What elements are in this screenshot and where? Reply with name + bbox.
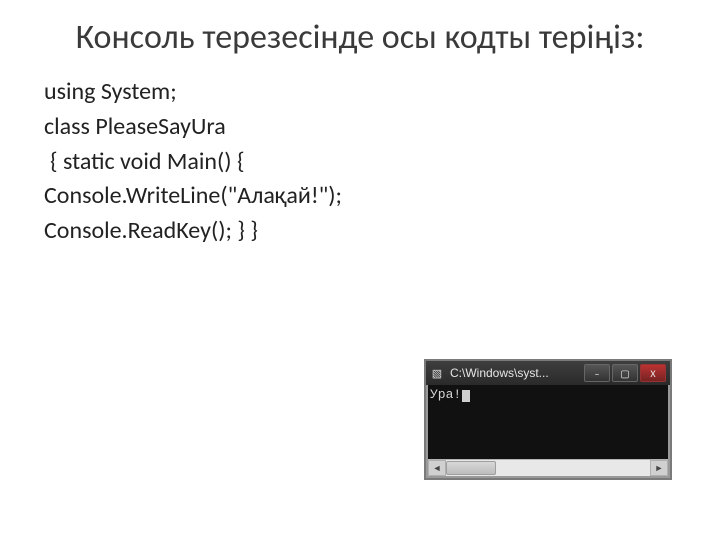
cursor-icon: [462, 390, 470, 402]
console-output: Ура!: [428, 385, 668, 459]
slide-title: Консоль терезесінде осы кодты теріңіз:: [40, 18, 680, 57]
cmd-icon: ▧: [430, 366, 444, 380]
code-line: class PleaseSayUra: [44, 110, 680, 145]
window-buttons: – ▢ X: [584, 364, 666, 382]
code-line: { static void Main() {: [44, 145, 680, 180]
scroll-right-button[interactable]: ►: [650, 460, 668, 476]
close-button[interactable]: X: [640, 364, 666, 382]
minimize-button[interactable]: –: [584, 364, 610, 382]
scroll-track[interactable]: [446, 460, 650, 476]
code-line: Console.WriteLine("Алақай!");: [44, 179, 680, 214]
window-title: C:\Windows\syst...: [450, 366, 578, 380]
horizontal-scrollbar[interactable]: ◄ ►: [428, 459, 668, 476]
code-line: Console.ReadKey(); } }: [44, 214, 680, 249]
code-block: using System; class PleaseSayUra { stati…: [40, 75, 680, 249]
maximize-button[interactable]: ▢: [612, 364, 638, 382]
output-text: Ура!: [430, 387, 461, 402]
console-window: ▧ C:\Windows\syst... – ▢ X Ура! ◄ ►: [424, 359, 672, 480]
console-body: Ура! ◄ ►: [426, 385, 670, 478]
scroll-thumb[interactable]: [446, 461, 496, 475]
scroll-left-button[interactable]: ◄: [428, 460, 446, 476]
titlebar: ▧ C:\Windows\syst... – ▢ X: [426, 361, 670, 385]
code-line: using System;: [44, 75, 680, 110]
